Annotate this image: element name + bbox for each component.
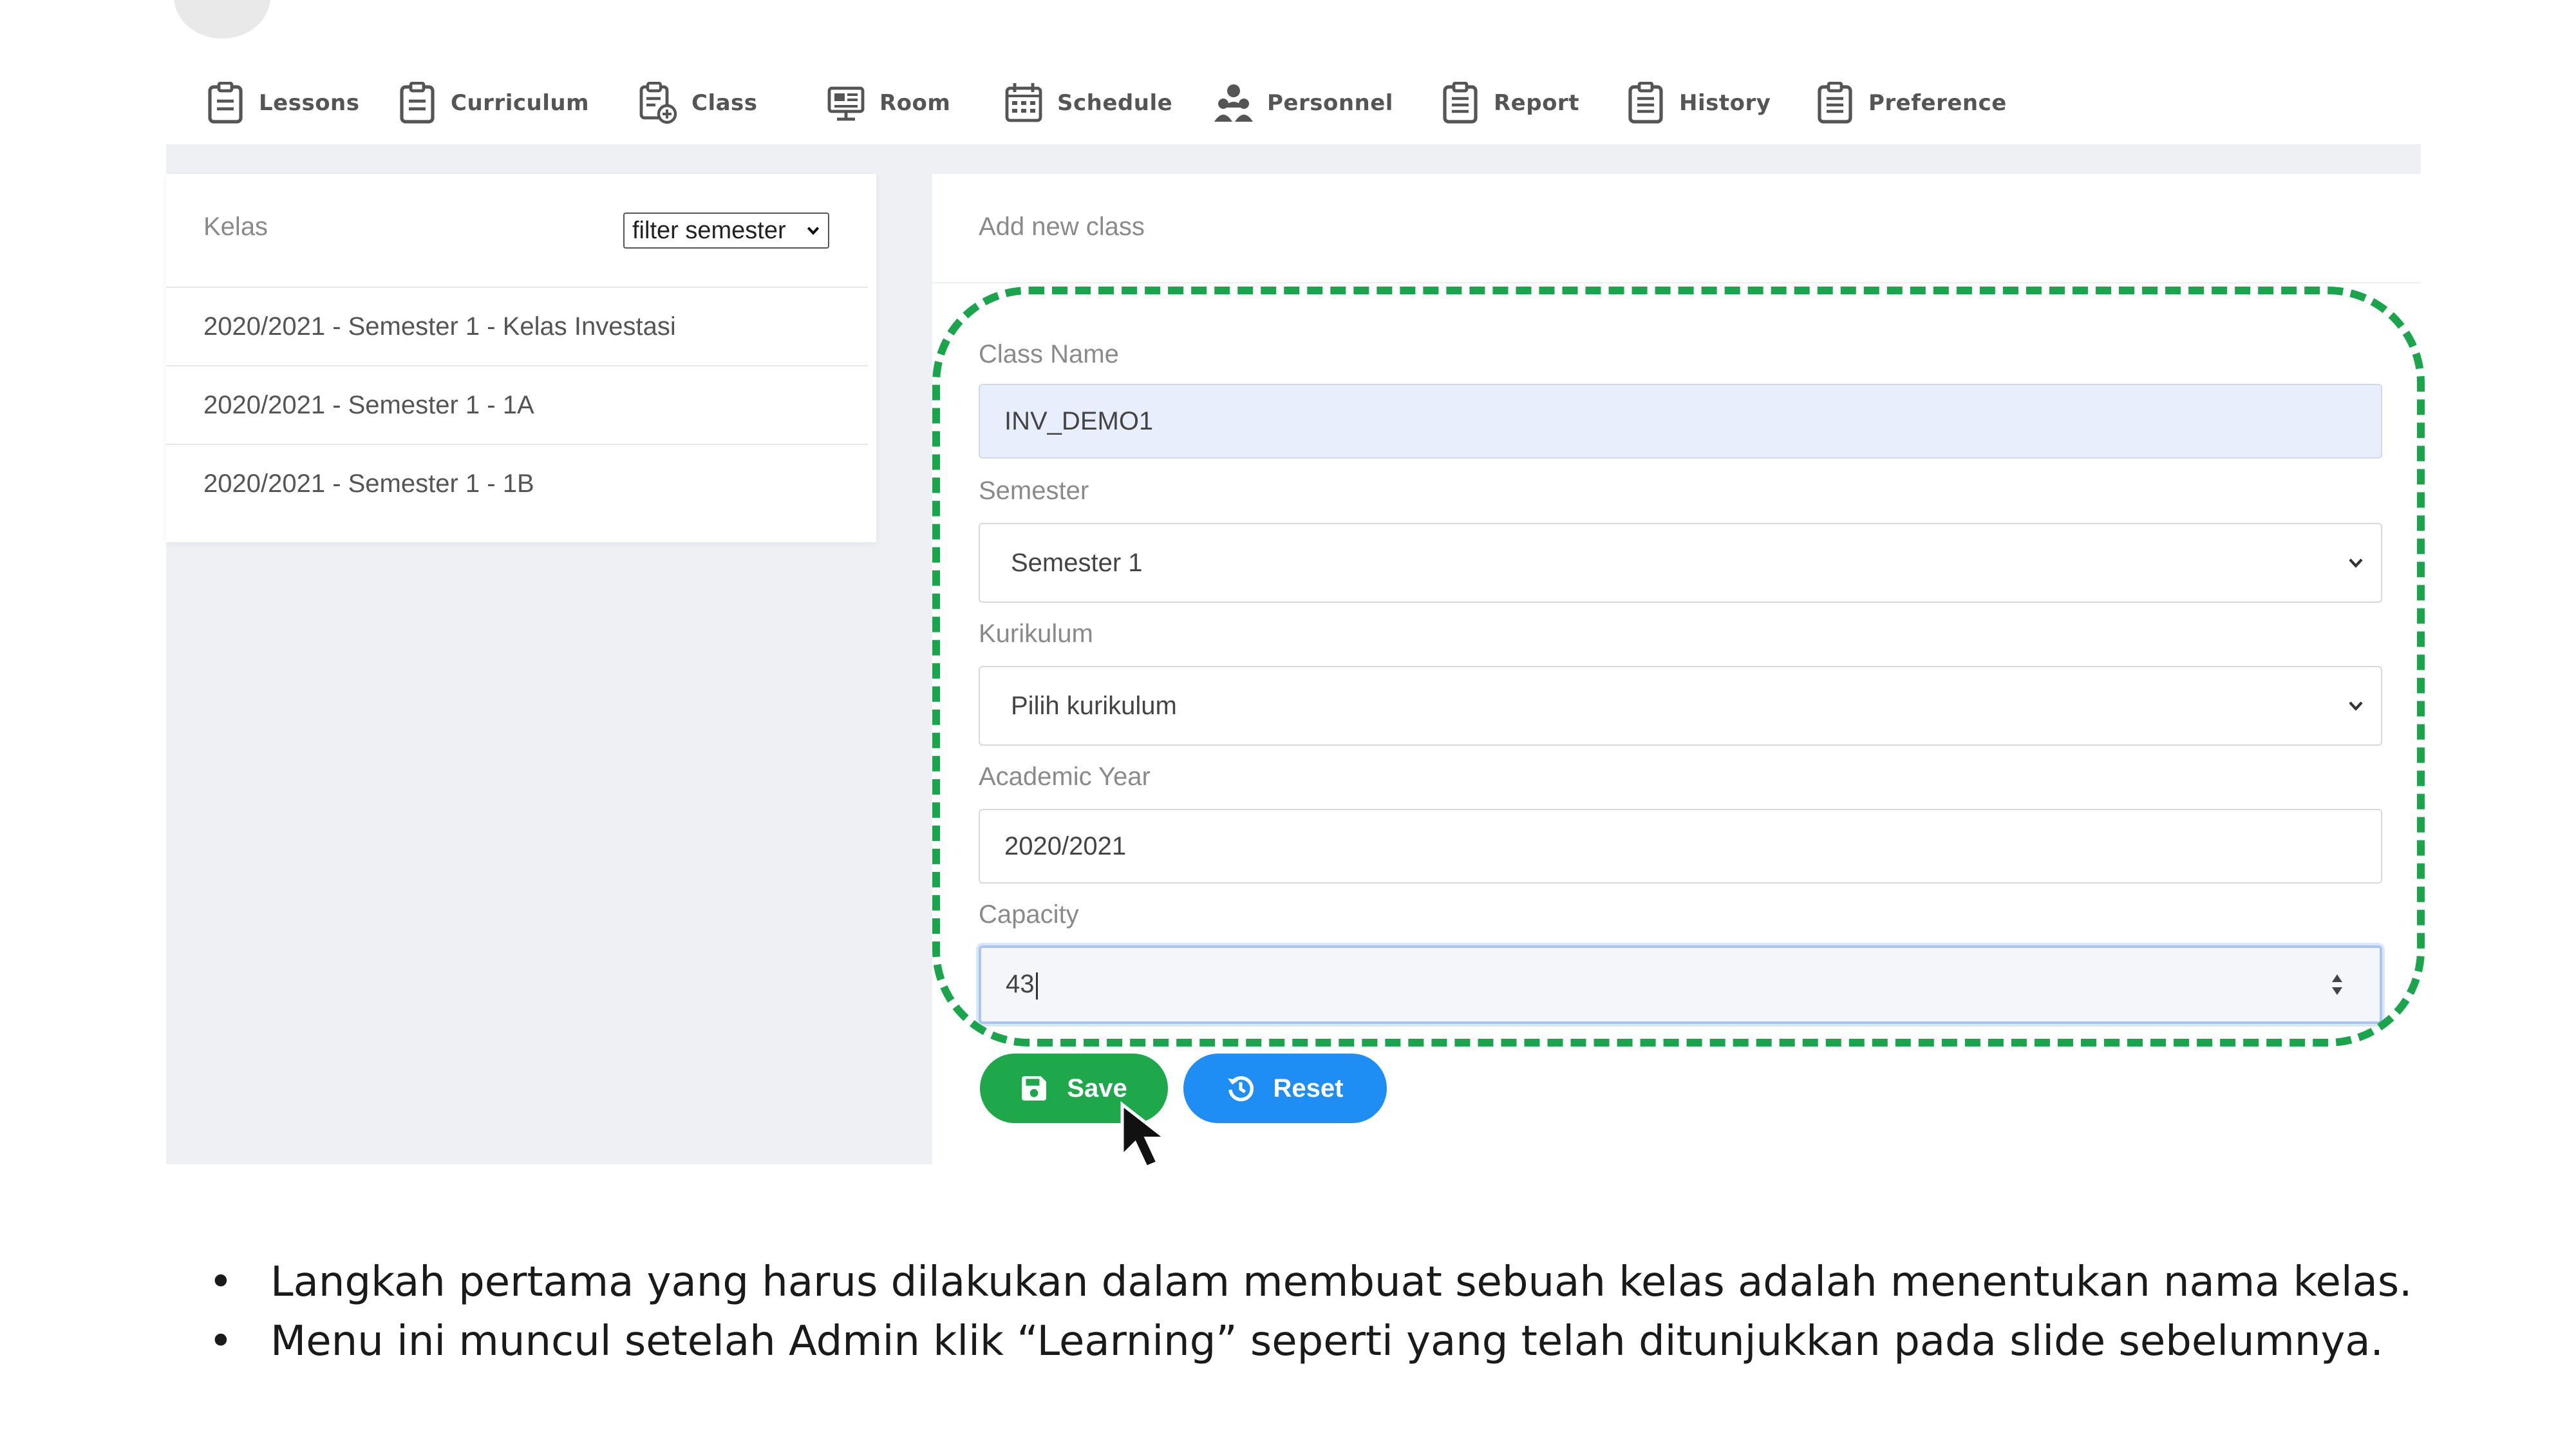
save-label: Save bbox=[1067, 1074, 1127, 1103]
avatar[interactable] bbox=[174, 0, 270, 39]
semester-label: Semester bbox=[979, 477, 1089, 505]
nav-label: Schedule bbox=[1057, 90, 1173, 116]
nav-label: Report bbox=[1494, 90, 1579, 116]
clipboard-add-icon bbox=[639, 82, 677, 124]
semester-value: Semester 1 bbox=[1011, 548, 1143, 577]
class-list-panel: Kelas filter semester 2020/2021 - Semest… bbox=[166, 174, 876, 542]
bullet-note: Langkah pertama yang harus dilakukan dal… bbox=[206, 1253, 2524, 1312]
clipboard-list-icon bbox=[1628, 82, 1663, 124]
nav-item-lessons[interactable]: Lessons bbox=[206, 64, 360, 142]
nav-label: History bbox=[1679, 90, 1771, 116]
clipboard-list-icon bbox=[1443, 82, 1478, 124]
chevron-down-icon bbox=[807, 227, 820, 235]
class-list: 2020/2021 - Semester 1 - Kelas Investasi… bbox=[166, 287, 868, 522]
nav-label: Curriculum bbox=[451, 90, 589, 116]
curriculum-select[interactable]: Pilih kurikulum bbox=[979, 666, 2382, 746]
nav-item-history[interactable]: History bbox=[1626, 64, 1771, 142]
curriculum-value: Pilih kurikulum bbox=[1011, 691, 1177, 720]
divider bbox=[932, 282, 2421, 283]
reset-label: Reset bbox=[1273, 1074, 1344, 1103]
nav-item-room[interactable]: Room bbox=[827, 64, 950, 142]
top-navigation: Lessons Curriculum Class Room Schedule P… bbox=[167, 64, 2421, 142]
capacity-value: 43 bbox=[981, 970, 1038, 999]
mouse-pointer-icon bbox=[1120, 1101, 1170, 1170]
reset-button[interactable]: Reset bbox=[1183, 1054, 1387, 1123]
nav-label: Preference bbox=[1868, 90, 2007, 116]
filter-value: filter semester bbox=[632, 216, 786, 244]
academic-year-label: Academic Year bbox=[979, 762, 1151, 791]
add-class-panel: Add new class Class Name INV_DEMO1 Semes… bbox=[932, 174, 2421, 1164]
capacity-input[interactable]: 43 bbox=[979, 945, 2382, 1024]
capacity-label: Capacity bbox=[979, 900, 1079, 929]
nav-label: Lessons bbox=[259, 90, 360, 116]
clipboard-icon bbox=[208, 82, 243, 124]
curriculum-label: Kurikulum bbox=[979, 620, 1093, 648]
nav-item-personnel[interactable]: Personnel bbox=[1214, 64, 1393, 142]
slide-notes: Langkah pertama yang harus dilakukan dal… bbox=[206, 1253, 2524, 1371]
class-name-label: Class Name bbox=[979, 340, 1119, 368]
stepper-arrows-icon[interactable] bbox=[2331, 971, 2344, 999]
semester-filter-select[interactable]: filter semester bbox=[623, 213, 829, 249]
people-icon bbox=[1214, 84, 1253, 122]
calendar-icon bbox=[1005, 83, 1042, 122]
nav-item-report[interactable]: Report bbox=[1441, 64, 1579, 142]
floppy-disk-icon bbox=[1022, 1076, 1047, 1101]
list-item[interactable]: 2020/2021 - Semester 1 - 1B bbox=[166, 444, 868, 522]
nav-item-schedule[interactable]: Schedule bbox=[1004, 64, 1172, 142]
class-item-label: 2020/2021 - Semester 1 - 1A bbox=[203, 390, 534, 419]
nav-label: Personnel bbox=[1267, 90, 1393, 116]
chevron-down-icon bbox=[2349, 558, 2363, 568]
clipboard-icon bbox=[400, 82, 435, 124]
class-name-input[interactable]: INV_DEMO1 bbox=[979, 384, 2382, 459]
nav-item-curriculum[interactable]: Curriculum bbox=[398, 64, 589, 142]
list-item[interactable]: 2020/2021 - Semester 1 - Kelas Investasi bbox=[166, 287, 868, 365]
academic-year-value: 2020/2021 bbox=[1004, 831, 1127, 860]
bullet-note: Menu ini muncul setelah Admin klik “Lear… bbox=[206, 1312, 2524, 1371]
list-item[interactable]: 2020/2021 - Semester 1 - 1A bbox=[166, 365, 868, 444]
class-name-value: INV_DEMO1 bbox=[1004, 406, 1154, 435]
panel-title: Kelas bbox=[203, 213, 268, 241]
history-icon bbox=[1227, 1076, 1254, 1102]
nav-item-preference[interactable]: Preference bbox=[1816, 64, 2007, 142]
academic-year-input[interactable]: 2020/2021 bbox=[979, 809, 2382, 884]
class-item-label: 2020/2021 - Semester 1 - Kelas Investasi bbox=[203, 312, 676, 341]
nav-label: Room bbox=[879, 90, 951, 116]
nav-label: Class bbox=[691, 90, 758, 116]
monitor-icon bbox=[827, 86, 865, 121]
nav-item-class[interactable]: Class bbox=[639, 64, 758, 142]
semester-select[interactable]: Semester 1 bbox=[979, 523, 2382, 603]
class-item-label: 2020/2021 - Semester 1 - 1B bbox=[203, 469, 534, 498]
chevron-down-icon bbox=[2349, 701, 2363, 711]
form-title: Add new class bbox=[979, 213, 1145, 241]
clipboard-list-icon bbox=[1818, 82, 1852, 124]
